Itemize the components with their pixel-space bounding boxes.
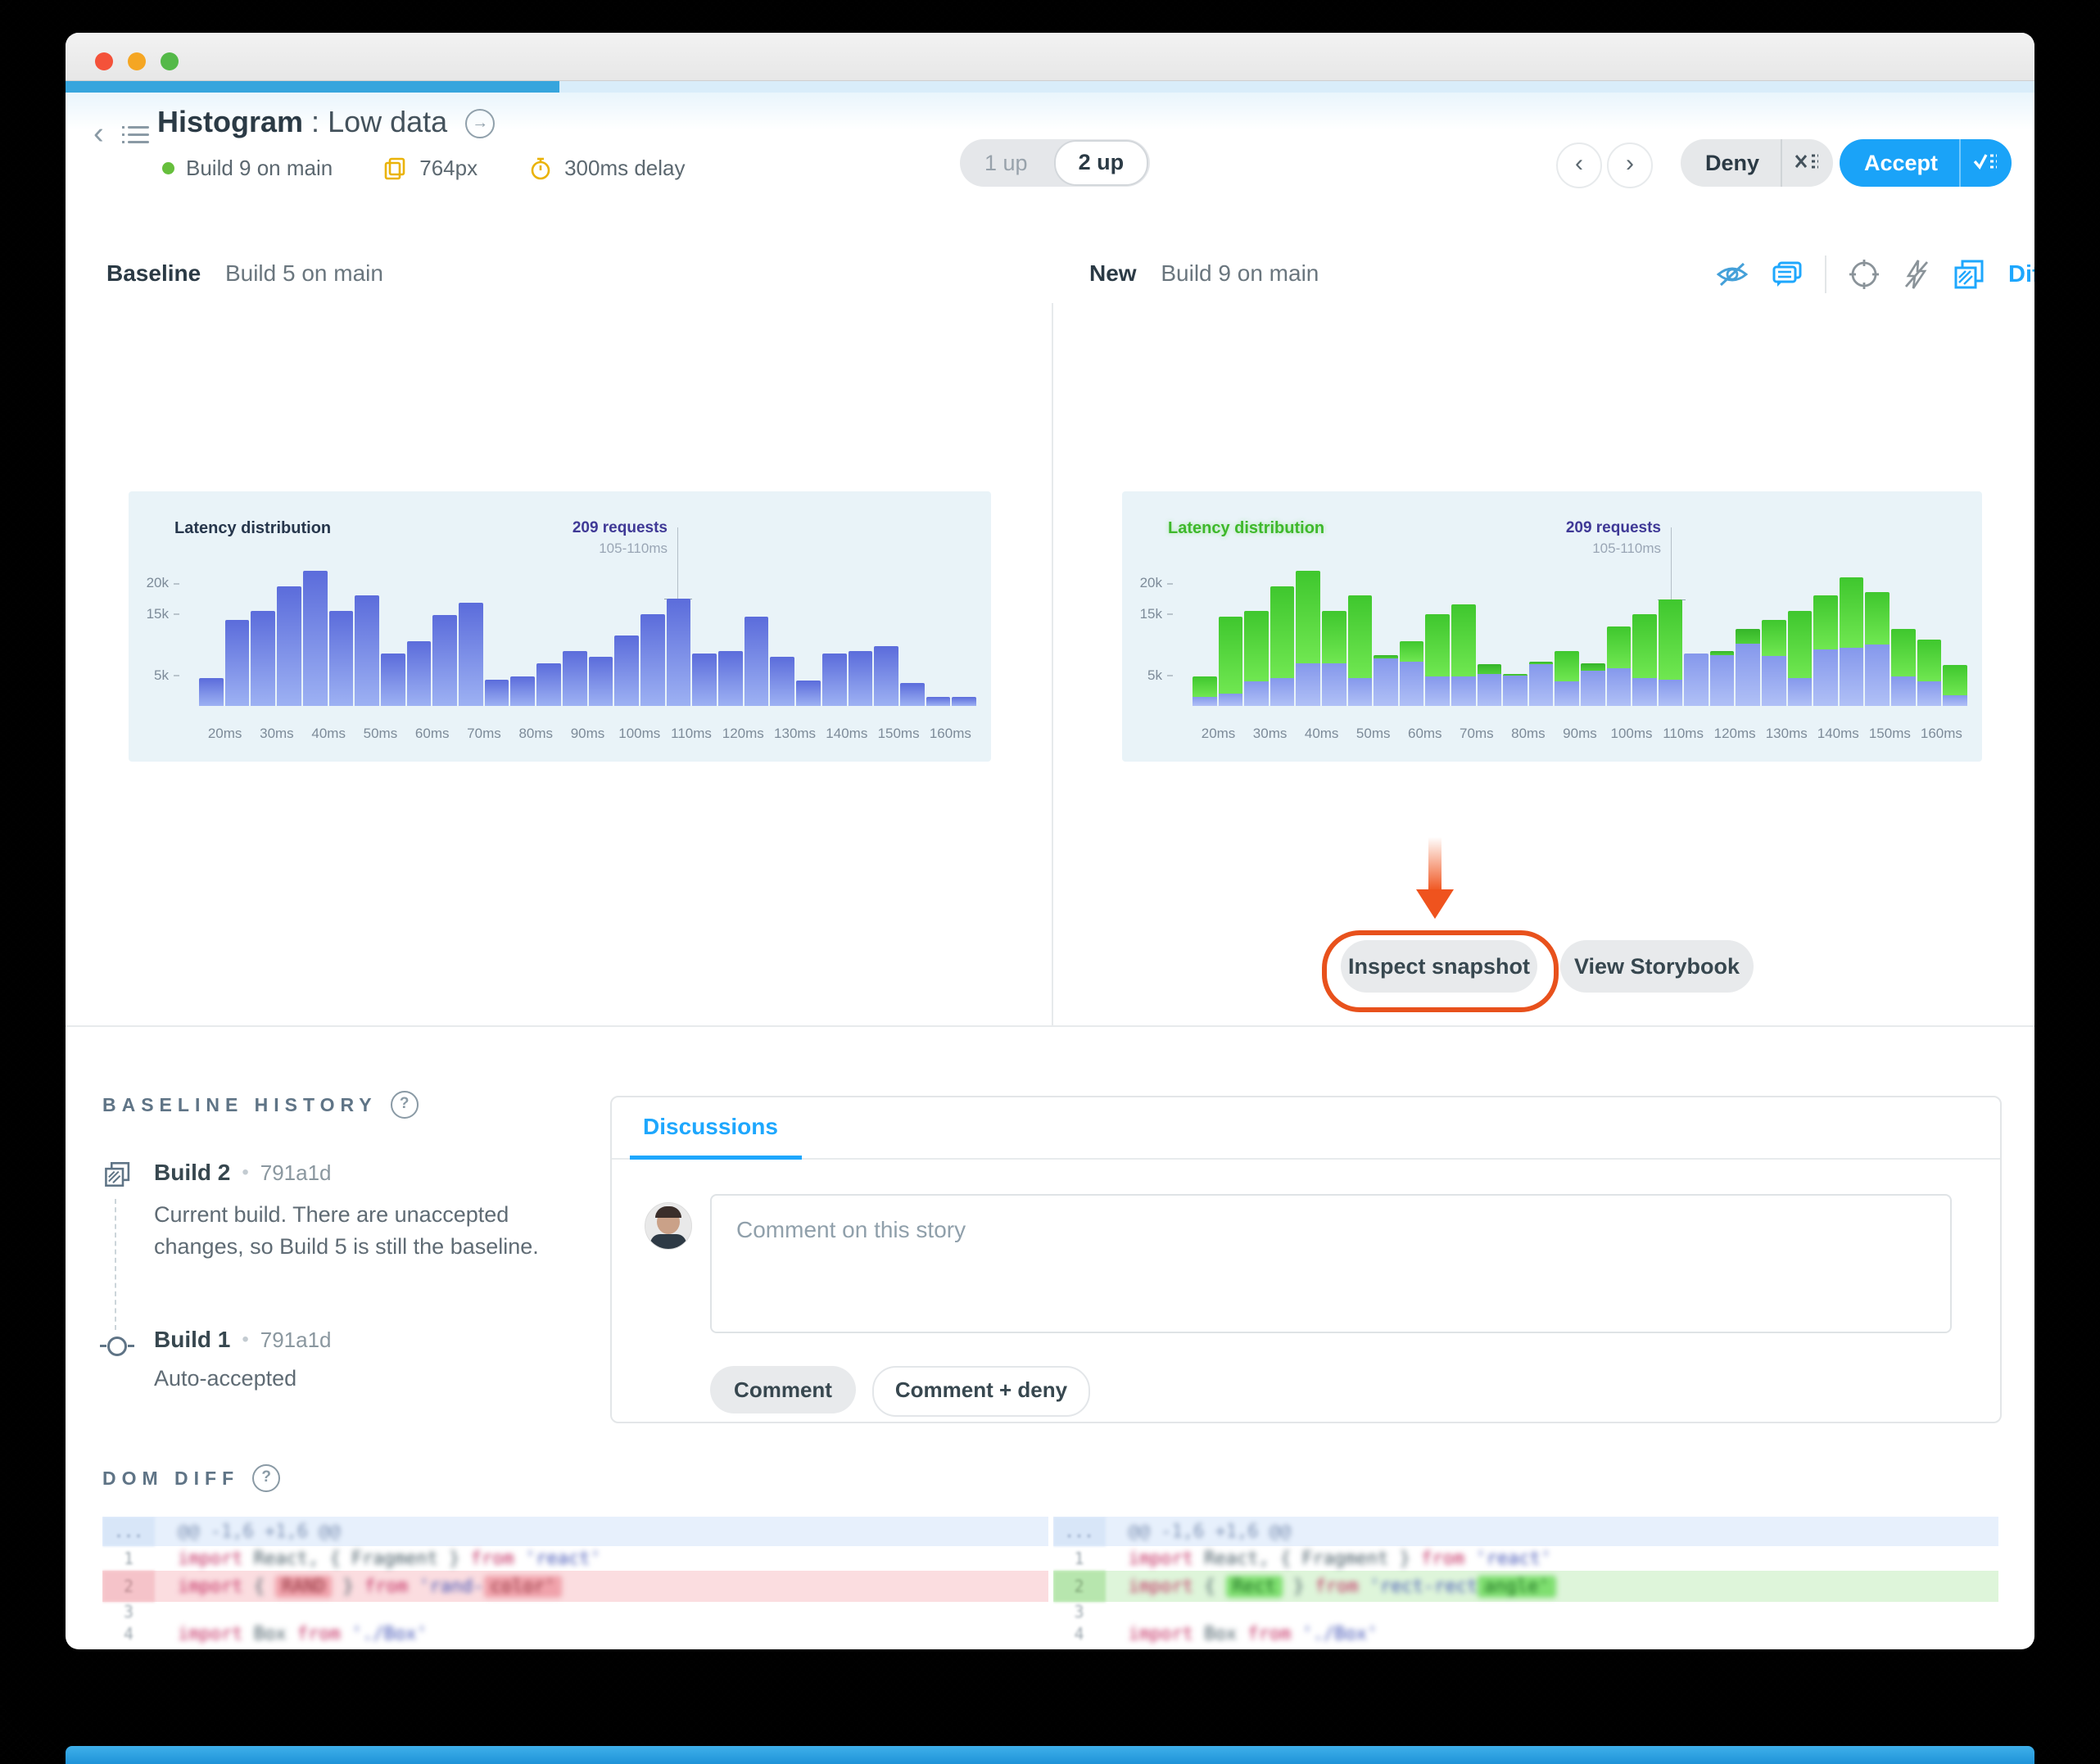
callout-arrow-stem bbox=[1428, 837, 1441, 891]
component-name: Histogram bbox=[157, 105, 304, 138]
minimize-window-button[interactable] bbox=[128, 52, 146, 70]
view-storybook-button[interactable]: View Storybook bbox=[1560, 940, 1754, 993]
comment-deny-button[interactable]: Comment + deny bbox=[872, 1366, 1090, 1417]
pane-divider bbox=[1052, 303, 1053, 1027]
active-tab-underline bbox=[630, 1156, 802, 1160]
comment-button[interactable]: Comment bbox=[710, 1366, 856, 1413]
dom-diff-left-pane: ... @@ -1,6 +1,6 @@ 1 import React, { Fragm… bbox=[102, 1517, 1048, 1649]
dom-diff-help-icon[interactable]: ? bbox=[252, 1464, 281, 1492]
window-titlebar bbox=[66, 33, 2034, 81]
baseline-header: Baseline Build 5 on main bbox=[106, 260, 383, 287]
comment-input[interactable] bbox=[710, 1194, 1952, 1333]
discussions-card: Discussions Comment Comment + deny bbox=[610, 1096, 2002, 1423]
delay-text: 300ms delay bbox=[564, 156, 686, 180]
zoom-window-button[interactable] bbox=[161, 52, 179, 70]
tab-discussions[interactable]: Discussions bbox=[643, 1114, 778, 1140]
viewport-icon bbox=[384, 157, 405, 179]
diff-icon[interactable] bbox=[1953, 258, 1987, 291]
history-item-build1-description: Auto-accepted bbox=[154, 1366, 297, 1391]
discussions-tabbar: Discussions bbox=[612, 1097, 2000, 1160]
deny-batch-icon[interactable] bbox=[1782, 149, 1833, 178]
new-build: Build 9 on main bbox=[1161, 260, 1319, 286]
baseline-label: Baseline bbox=[106, 260, 201, 286]
story-name: Low data bbox=[328, 105, 448, 138]
diff-toggle-label[interactable]: Diff bbox=[2008, 261, 2034, 288]
page-progress-fill bbox=[66, 81, 560, 93]
baseline-snapshot-chart: Latency distribution 209 requests 105-11… bbox=[129, 491, 991, 762]
close-window-button[interactable] bbox=[95, 52, 113, 70]
title-separator: : bbox=[311, 105, 320, 138]
disable-animations-icon[interactable] bbox=[1902, 258, 1931, 291]
deny-button[interactable]: Deny bbox=[1681, 139, 1834, 187]
accept-batch-icon[interactable] bbox=[1961, 149, 2012, 178]
dom-diff-right-pane: ... @@ -1,6 +1,6 @@ 1 import React, { Fragm… bbox=[1052, 1517, 1998, 1649]
layout-toggle: 1 up 2 up bbox=[960, 139, 1151, 187]
accept-button[interactable]: Accept bbox=[1840, 139, 2012, 187]
build-status-dot bbox=[162, 162, 174, 174]
comments-icon[interactable] bbox=[1771, 260, 1804, 289]
history-item-build2: Build 2 • 791a1d bbox=[154, 1160, 332, 1185]
toggle-2up[interactable]: 2 up bbox=[1053, 140, 1149, 186]
history-item-build2-description: Current build. There are unaccepted chan… bbox=[154, 1202, 539, 1260]
chart-x-labels: 20ms 30ms 40ms 50ms 60ms 70ms 80ms 90ms 100ms 110… bbox=[207, 726, 971, 741]
chart-bars bbox=[1193, 514, 1967, 706]
previous-change-button[interactable]: ‹ bbox=[1556, 142, 1602, 188]
hide-diff-eye-icon[interactable] bbox=[1715, 260, 1749, 289]
dom-diff-block: ... @@ -1,6 +1,6 @@ 1 import React, { Fragm… bbox=[102, 1517, 1998, 1649]
baseline-history-heading: BASELINE HISTORY ? bbox=[102, 1091, 419, 1119]
viewport-text: 764px bbox=[419, 156, 478, 180]
baseline-history-help-icon[interactable]: ? bbox=[390, 1091, 419, 1119]
commit-hash: 791a1d bbox=[260, 1327, 332, 1352]
next-change-button[interactable]: › bbox=[1607, 142, 1653, 188]
story-list-icon[interactable] bbox=[128, 121, 149, 148]
baseline-build: Build 5 on main bbox=[224, 260, 383, 286]
snapshot-diff-icon bbox=[105, 1162, 130, 1187]
toolbar-divider bbox=[1825, 256, 1826, 293]
inspect-snapshot-button[interactable]: Inspect snapshot bbox=[1341, 940, 1537, 993]
snapshot-toolbar: Diff bbox=[1715, 256, 2034, 293]
page-title: Histogram : Low data → bbox=[157, 105, 496, 139]
app-window: ‹ Histogram : Low data → Build 9 on main… bbox=[66, 33, 2034, 1649]
avatar bbox=[645, 1202, 692, 1250]
timeline-connector bbox=[115, 1199, 116, 1330]
new-header: New Build 9 on main bbox=[1089, 260, 1319, 287]
back-icon[interactable]: ‹ bbox=[93, 118, 104, 149]
commit-node-icon bbox=[100, 1337, 134, 1356]
new-label: New bbox=[1089, 260, 1137, 286]
callout-arrow-icon bbox=[1416, 889, 1454, 919]
deny-label: Deny bbox=[1705, 150, 1760, 175]
page-progress-bar bbox=[66, 81, 2034, 93]
history-item-build1: Build 1 • 791a1d bbox=[154, 1327, 332, 1352]
build-status-text: Build 9 on main bbox=[186, 156, 333, 180]
compare-bottom-divider bbox=[66, 1025, 2034, 1027]
dom-diff-heading: DOM DIFF ? bbox=[102, 1464, 281, 1492]
toggle-1up[interactable]: 1 up bbox=[960, 151, 1052, 176]
chart-x-labels: 20ms 30ms 40ms 50ms 60ms 70ms 80ms 90ms 100ms 110… bbox=[1201, 726, 1962, 741]
delay-timer-icon bbox=[531, 157, 550, 179]
focus-crosshair-icon[interactable] bbox=[1848, 258, 1880, 291]
go-to-story-icon[interactable]: → bbox=[465, 109, 496, 139]
chart-bars bbox=[199, 514, 977, 706]
accept-label: Accept bbox=[1864, 150, 1939, 175]
commit-hash: 791a1d bbox=[260, 1160, 332, 1185]
background-progress-strip bbox=[66, 1746, 2034, 1764]
build-meta-row: Build 9 on main 764px 300ms delay bbox=[162, 156, 686, 181]
new-snapshot-diff-chart: Latency distribution 209 requests 105-11… bbox=[1122, 491, 1982, 762]
